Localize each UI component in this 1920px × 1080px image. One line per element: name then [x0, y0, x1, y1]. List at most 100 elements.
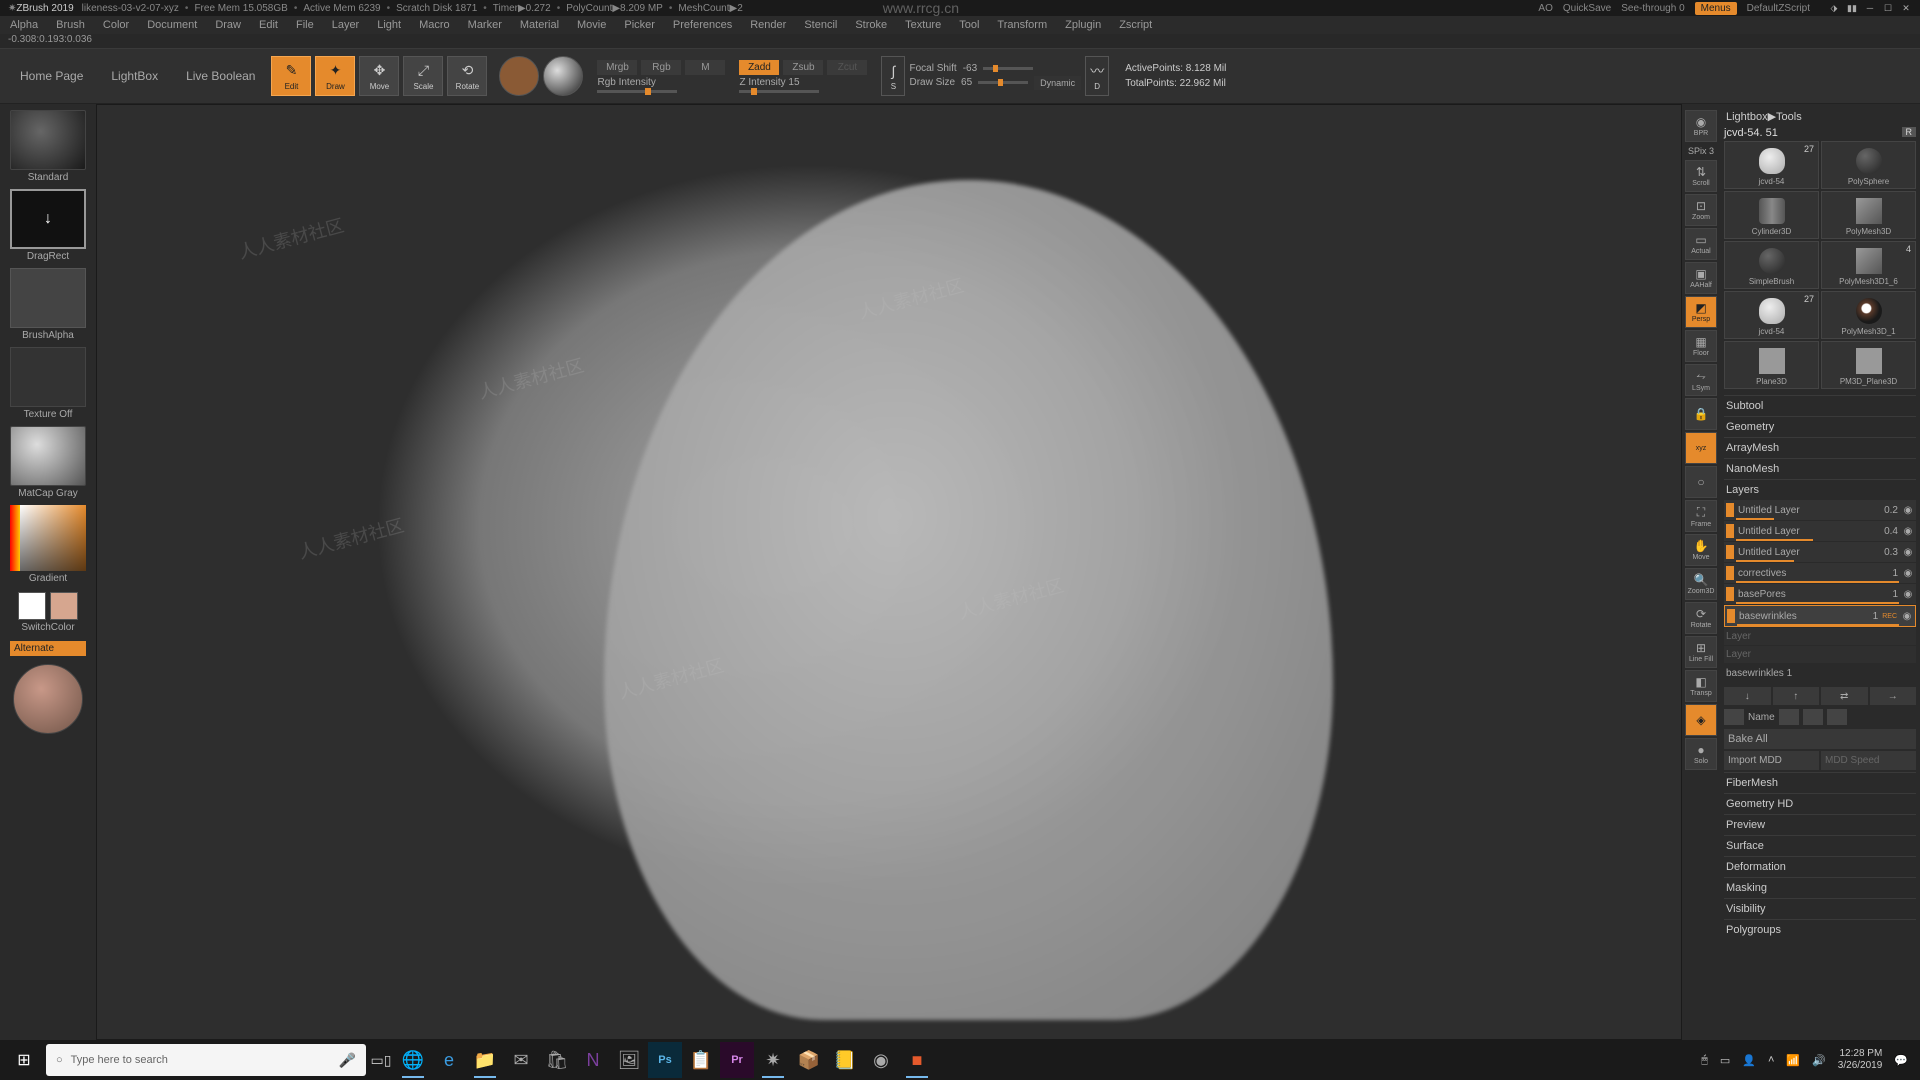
rotate-mode-button[interactable]: ⟲Rotate — [447, 56, 487, 96]
menu-picker[interactable]: Picker — [624, 19, 655, 31]
linefill-button[interactable]: ⊞Line Fill — [1685, 636, 1717, 668]
circle-button[interactable]: ○ — [1685, 466, 1717, 498]
section-geometryhd[interactable]: Geometry HD — [1724, 793, 1916, 814]
rotate3d-button[interactable]: ⟳Rotate — [1685, 602, 1717, 634]
subtool-item[interactable]: 4PolyMesh3D1_6 — [1821, 241, 1916, 289]
move-mode-button[interactable]: ✥Move — [359, 56, 399, 96]
layer-box-4[interactable] — [1827, 709, 1847, 725]
swatch-secondary[interactable] — [50, 592, 78, 620]
subtool-item[interactable]: Plane3D — [1724, 341, 1819, 389]
divider-icon[interactable]: ▮▮ — [1846, 2, 1858, 14]
draw-mode-button[interactable]: ✦Draw — [315, 56, 355, 96]
layer-empty[interactable]: Layer — [1724, 628, 1916, 645]
taskbar-app2[interactable]: 📒 — [828, 1042, 862, 1078]
taskbar-store[interactable]: 🛍 — [540, 1042, 574, 1078]
zcut-button[interactable]: Zcut — [827, 60, 867, 75]
focal-shift-slider[interactable]: Focal Shift -63 — [909, 63, 1081, 74]
alternate-toggle[interactable]: Alternate — [10, 641, 86, 656]
subtool-item[interactable]: Cylinder3D — [1724, 191, 1819, 239]
rgb-intensity-slider[interactable]: Rgb Intensity — [597, 77, 725, 93]
tray-notifications-icon[interactable]: 💬 — [1894, 1054, 1908, 1067]
close-icon[interactable]: ✕ — [1900, 2, 1912, 14]
floor-button[interactable]: ▦Floor — [1685, 330, 1717, 362]
taskbar-premiere[interactable]: Pr — [720, 1042, 754, 1078]
menu-transform[interactable]: Transform — [997, 19, 1047, 31]
menu-marker[interactable]: Marker — [468, 19, 502, 31]
taskbar-notes[interactable]: 📋 — [684, 1042, 718, 1078]
scale-mode-button[interactable]: ⤢Scale — [403, 56, 443, 96]
live-boolean-button[interactable]: Live Boolean — [174, 69, 267, 83]
subtool-item[interactable]: PM3D_Plane3D — [1821, 341, 1916, 389]
layer-row[interactable]: Untitled Layer0.4◉ — [1724, 521, 1916, 541]
section-nanomesh[interactable]: NanoMesh — [1724, 458, 1916, 479]
texture-thumb[interactable] — [10, 347, 86, 407]
layer-row-selected[interactable]: basewrinkles1REC◉ — [1724, 605, 1916, 627]
bake-all-button[interactable]: Bake All — [1724, 729, 1916, 749]
tray-up-icon[interactable]: ˄ — [1768, 1054, 1774, 1066]
material-thumb[interactable] — [10, 426, 86, 486]
layer-box-3[interactable] — [1803, 709, 1823, 725]
color-picker[interactable] — [10, 505, 86, 571]
taskbar-onenote[interactable]: N — [576, 1042, 610, 1078]
section-geometry[interactable]: Geometry — [1724, 416, 1916, 437]
quicksave-button[interactable]: QuickSave — [1563, 3, 1611, 14]
m-button[interactable]: M — [685, 60, 725, 75]
menu-stencil[interactable]: Stencil — [804, 19, 837, 31]
menu-file[interactable]: File — [296, 19, 314, 31]
name-button[interactable]: Name — [1748, 712, 1775, 723]
search-box[interactable]: ○ Type here to search 🎤 — [46, 1044, 366, 1076]
home-page-button[interactable]: Home Page — [8, 69, 95, 83]
pin-icon[interactable]: ⬗ — [1828, 2, 1840, 14]
tray-mouse-icon[interactable]: 🖱 — [1701, 1054, 1708, 1067]
menu-draw[interactable]: Draw — [215, 19, 241, 31]
subtool-item[interactable]: 27jcvd-54 — [1724, 291, 1819, 339]
scroll-button[interactable]: ⇅Scroll — [1685, 160, 1717, 192]
menu-texture[interactable]: Texture — [905, 19, 941, 31]
menu-preferences[interactable]: Preferences — [673, 19, 732, 31]
viewport[interactable]: 人人素材社区 人人素材社区 人人素材社区 人人素材社区 人人素材社区 人人素材社… — [96, 104, 1682, 1040]
import-mdd-button[interactable]: Import MDD — [1724, 751, 1819, 770]
subtool-item[interactable]: SimpleBrush — [1724, 241, 1819, 289]
bpr-button[interactable]: ◉BPR — [1685, 110, 1717, 142]
spix-label[interactable]: SPix 3 — [1686, 144, 1716, 158]
subtool-item[interactable]: PolyMesh3D — [1821, 191, 1916, 239]
menu-brush[interactable]: Brush — [56, 19, 85, 31]
taskbar-photoshop[interactable]: Ps — [648, 1042, 682, 1078]
menu-light[interactable]: Light — [377, 19, 401, 31]
menu-movie[interactable]: Movie — [577, 19, 606, 31]
menus-toggle[interactable]: Menus — [1695, 2, 1737, 15]
eye-icon[interactable]: ◉ — [1902, 568, 1914, 579]
taskbar-explorer[interactable]: 📁 — [468, 1042, 502, 1078]
section-masking[interactable]: Masking — [1724, 877, 1916, 898]
brush-thumb[interactable] — [10, 110, 86, 170]
section-preview[interactable]: Preview — [1724, 814, 1916, 835]
zoom-button[interactable]: ⊡Zoom — [1685, 194, 1717, 226]
actual-button[interactable]: ▭Actual — [1685, 228, 1717, 260]
menu-zplugin[interactable]: Zplugin — [1065, 19, 1101, 31]
aahalf-button[interactable]: ▣AAHalf — [1685, 262, 1717, 294]
ghost-button[interactable]: ◈ — [1685, 704, 1717, 736]
layer-row[interactable]: Untitled Layer0.3◉ — [1724, 542, 1916, 562]
task-view[interactable]: ▭▯ — [368, 1042, 394, 1078]
sculptris-button[interactable] — [499, 56, 539, 96]
taskbar-chrome[interactable]: 🌐 — [396, 1042, 430, 1078]
eye-icon[interactable]: ◉ — [1902, 589, 1914, 600]
swatch-main[interactable] — [18, 592, 46, 620]
section-polygroups[interactable]: Polygroups — [1724, 919, 1916, 940]
layer-box-2[interactable] — [1779, 709, 1799, 725]
taskbar-mail[interactable]: ✉ — [504, 1042, 538, 1078]
taskbar-photos[interactable]: 🖼 — [612, 1042, 646, 1078]
edit-mode-button[interactable]: ✎Edit — [271, 56, 311, 96]
subtool-item[interactable]: PolyMesh3D_1 — [1821, 291, 1916, 339]
eye-icon[interactable]: ◉ — [1901, 611, 1913, 622]
eye-icon[interactable]: ◉ — [1902, 505, 1914, 516]
draw-size-slider[interactable]: Draw Size 65Dynamic — [909, 76, 1081, 90]
preview-sphere[interactable] — [13, 664, 83, 734]
layer-row[interactable]: Untitled Layer0.2◉ — [1724, 500, 1916, 520]
menu-tool[interactable]: Tool — [959, 19, 979, 31]
taskbar-recorder[interactable]: ■ — [900, 1042, 934, 1078]
menu-material[interactable]: Material — [520, 19, 559, 31]
tool-name[interactable]: jcvd-54. 51R — [1724, 127, 1916, 139]
frame-button[interactable]: ⛶Frame — [1685, 500, 1717, 532]
eye-icon[interactable]: ◉ — [1902, 526, 1914, 537]
